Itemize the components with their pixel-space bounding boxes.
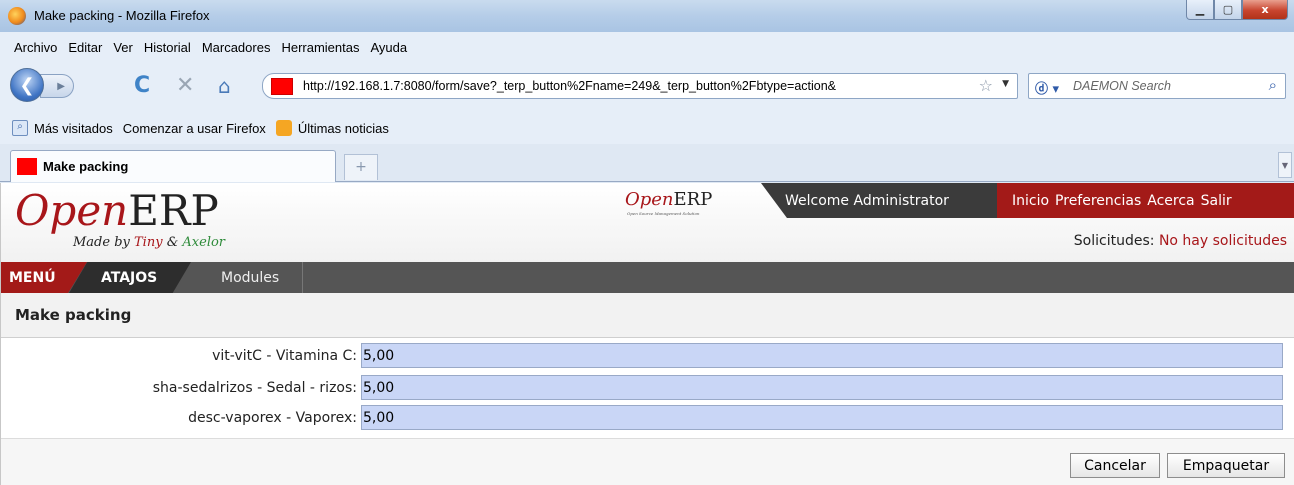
menu-ayuda[interactable]: Ayuda	[370, 40, 407, 55]
bookmark-ultimas-noticias[interactable]: Últimas noticias	[275, 120, 389, 136]
top-navigation: Inicio Preferencias Acerca Salir	[997, 183, 1294, 218]
forward-arrow-icon: ▶	[57, 80, 65, 92]
empaquetar-button[interactable]: Empaquetar	[1167, 453, 1285, 478]
requests-status: Solicitudes: No hay solicitudes	[1074, 233, 1287, 249]
url-bar[interactable]: http://192.168.1.7:8080/form/save?_terp_…	[262, 73, 1018, 99]
tab-list-dropdown-icon[interactable]: ▼	[1278, 152, 1292, 178]
tab-atajos[interactable]: ATAJOS	[69, 262, 191, 293]
field-label: vit-vitC - Vitamina C:	[212, 348, 357, 364]
tagline-prefix: Made by	[73, 235, 135, 250]
url-text[interactable]: http://192.168.1.7:8080/form/save?_terp_…	[303, 79, 836, 93]
search-icon[interactable]: ⌕	[1269, 76, 1277, 94]
requests-label: Solicitudes:	[1073, 233, 1155, 249]
reload-icon[interactable]: C	[134, 75, 150, 97]
tab-label: Make packing	[43, 159, 129, 174]
nav-inicio-link[interactable]: Inicio	[1012, 193, 1049, 209]
home-icon[interactable]: ⌂	[218, 75, 231, 97]
bookmark-label: Más visitados	[34, 120, 113, 136]
window-title: Make packing - Mozilla Firefox	[34, 8, 210, 23]
tagline-tiny: Tiny	[134, 235, 163, 250]
back-forward-group: ▶ ❮	[10, 68, 106, 102]
quantity-input-sedal-rizos[interactable]	[361, 375, 1283, 400]
back-arrow-icon: ❮	[19, 74, 35, 96]
logo-open-text: Open	[15, 186, 129, 235]
smart-bookmark-icon: ⌕	[12, 120, 28, 136]
browser-menu-bar: Archivo Editar Ver Historial Marcadores …	[0, 32, 1294, 62]
search-box[interactable]: ⓓ ▾ ⌕	[1028, 73, 1286, 99]
form-row-vitamina-c: vit-vitC - Vitamina C:	[1, 342, 1294, 370]
bookmark-star-icon[interactable]: ☆	[979, 76, 993, 95]
openerp-logo[interactable]: OpenERP Made by Tiny & Axelor	[15, 186, 225, 251]
maximize-button[interactable]: ▢	[1214, 0, 1242, 20]
form-title: Make packing	[1, 293, 1294, 338]
rss-feed-icon	[275, 120, 292, 136]
minilogo-open: Open	[625, 189, 674, 210]
navigation-toolbar: ▶ ❮ C ✕ ⌂ http://192.168.1.7:8080/form/s…	[0, 62, 1294, 112]
bookmarks-toolbar: ⌕ Más visitados Comenzar a usar Firefox …	[0, 112, 1294, 311]
openerp-mini-logo: OpenERP Open Source Management Solution	[625, 189, 713, 216]
nav-salir-link[interactable]: Salir	[1201, 193, 1232, 209]
site-favicon-icon	[271, 78, 293, 95]
tagline-axelor: Axelor	[182, 235, 226, 250]
close-window-button[interactable]: x	[1242, 0, 1288, 20]
tagline-amp: &	[162, 235, 183, 250]
erp-header: OpenERP Made by Tiny & Axelor OpenERP Op…	[1, 183, 1294, 262]
quantity-input-vitamina-c[interactable]	[361, 343, 1283, 368]
field-label: desc-vaporex - Vaporex:	[188, 410, 357, 426]
logo-tagline: Made by Tiny & Axelor	[73, 235, 225, 250]
menu-herramientas[interactable]: Herramientas	[281, 40, 359, 55]
bookmark-comenzar[interactable]: Comenzar a usar Firefox	[0, 120, 266, 311]
back-button[interactable]: ❮	[10, 68, 44, 102]
forward-button[interactable]: ▶	[40, 74, 74, 98]
erp-menu-bar: MENÚ ATAJOS Modules	[1, 262, 1294, 293]
minilogo-erp: ERP	[673, 189, 713, 210]
page-content: OpenERP Made by Tiny & Axelor OpenERP Op…	[0, 183, 1294, 485]
window-title-bar: Make packing - Mozilla Firefox ▁ ▢ x	[0, 0, 1294, 32]
bookmark-label: Comenzar a usar Firefox	[122, 120, 266, 136]
minilogo-subtitle: Open Source Management Solution	[627, 211, 700, 216]
requests-link[interactable]: No hay solicitudes	[1159, 233, 1287, 249]
cancel-button[interactable]: Cancelar	[1070, 453, 1160, 478]
tab-strip: Make packing + ▼	[0, 144, 1294, 182]
field-label: sha-sedalrizos - Sedal - rizos:	[152, 380, 357, 396]
search-engine-icon[interactable]: ⓓ ▾	[1035, 78, 1059, 97]
logo-erp-text: ERP	[128, 186, 219, 235]
bookmark-label: Últimas noticias	[297, 120, 389, 136]
menu-historial[interactable]: Historial	[144, 40, 191, 55]
url-dropdown-icon[interactable]: ▼	[1002, 79, 1009, 89]
quantity-input-vaporex[interactable]	[361, 405, 1283, 430]
nav-acerca-link[interactable]: Acerca	[1147, 193, 1194, 209]
stop-icon[interactable]: ✕	[176, 75, 194, 97]
menu-marcadores[interactable]: Marcadores	[202, 40, 271, 55]
welcome-banner: Welcome Administrator	[761, 183, 997, 218]
form-buttons-bar: Cancelar Empaquetar	[1, 438, 1294, 485]
tab-modules[interactable]: Modules	[199, 262, 303, 293]
search-input[interactable]	[1073, 77, 1253, 95]
tab-make-packing[interactable]: Make packing	[10, 150, 336, 182]
window-controls: ▁ ▢ x	[1186, 0, 1288, 22]
form-row-sedal-rizos: sha-sedalrizos - Sedal - rizos:	[1, 374, 1294, 402]
menu-archivo[interactable]: Archivo	[14, 40, 57, 55]
menu-editar[interactable]: Editar	[68, 40, 102, 55]
menu-ver[interactable]: Ver	[113, 40, 133, 55]
new-tab-button[interactable]: +	[344, 154, 378, 180]
form-row-vaporex: desc-vaporex - Vaporex:	[1, 404, 1294, 432]
tab-favicon-icon	[17, 158, 37, 175]
firefox-logo-icon	[8, 7, 26, 25]
bookmark-mas-visitados[interactable]: ⌕ Más visitados	[12, 120, 113, 136]
minimize-button[interactable]: ▁	[1186, 0, 1214, 20]
nav-preferencias-link[interactable]: Preferencias	[1055, 193, 1141, 209]
